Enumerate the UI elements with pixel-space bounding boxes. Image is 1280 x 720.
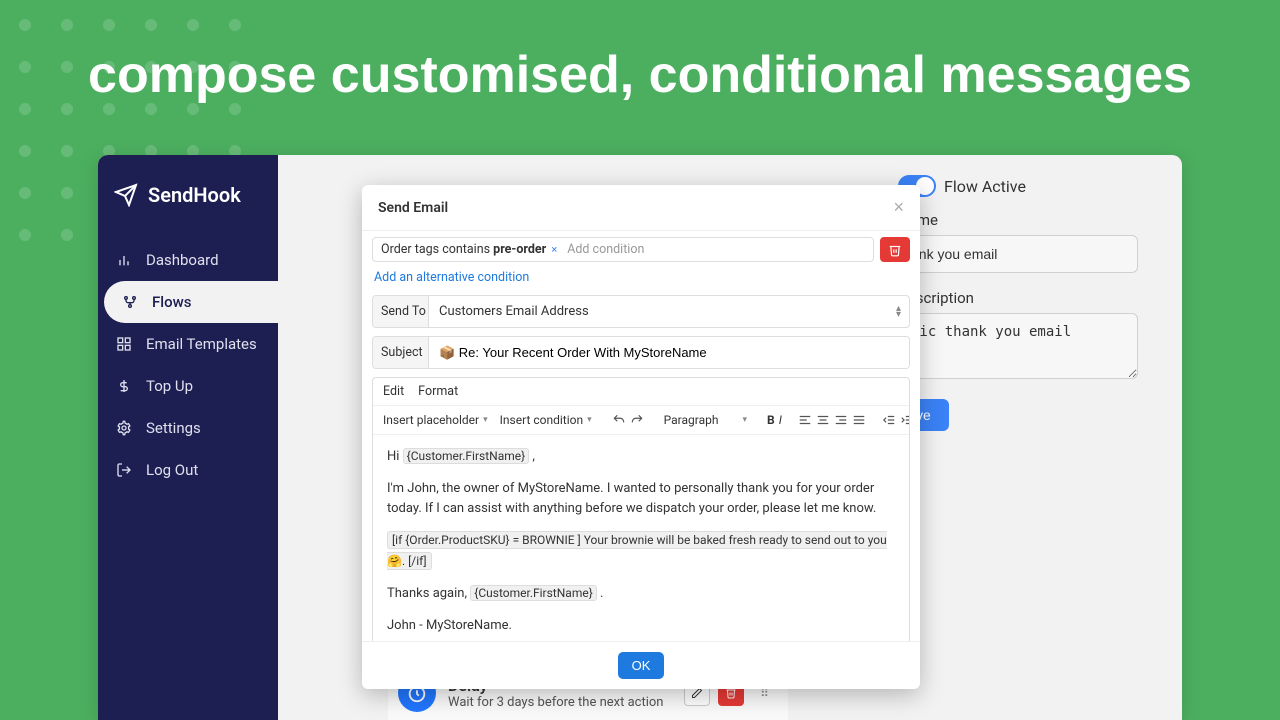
editor-toolbar: Insert placeholder▾ Insert condition▾ Pa… <box>373 406 909 435</box>
gear-icon <box>116 420 132 436</box>
flow-active-row: Flow Active <box>898 175 1158 197</box>
modal-close-button[interactable]: × <box>893 197 904 218</box>
insert-placeholder-dropdown[interactable]: Insert placeholder▾ <box>379 411 492 429</box>
placeholder-token: {Customer.FirstName} <box>470 585 597 601</box>
flow-description-input[interactable] <box>898 313 1138 379</box>
align-right-button[interactable] <box>834 410 848 430</box>
sidebar-item-settings[interactable]: Settings <box>98 407 278 449</box>
send-to-select[interactable]: Customers Email Address ▴▾ <box>429 296 909 327</box>
sidebar-item-label: Log Out <box>146 461 198 479</box>
flow-name-input[interactable] <box>898 235 1138 273</box>
bar-chart-icon <box>116 252 132 268</box>
delete-conditions-button[interactable] <box>880 237 910 262</box>
conditional-block: [if {Order.ProductSKU} = BROWNIE ] Your … <box>387 531 887 569</box>
undo-icon <box>612 413 626 427</box>
page-headline: compose customised, conditional messages <box>0 45 1280 105</box>
italic-button[interactable]: I <box>779 410 782 430</box>
templates-icon <box>116 336 132 352</box>
redo-icon <box>630 413 644 427</box>
placeholder-token: {Customer.FirstName} <box>403 448 530 464</box>
indent-icon <box>900 413 910 427</box>
sidebar-item-label: Settings <box>146 419 201 437</box>
insert-condition-dropdown[interactable]: Insert condition▾ <box>496 411 596 429</box>
chevron-down-icon: ▾ <box>587 415 592 425</box>
ok-button[interactable]: OK <box>618 652 665 679</box>
outdent-icon <box>882 413 896 427</box>
condition-chip[interactable]: Order tags contains pre-order × <box>381 242 557 257</box>
send-to-label: Send To <box>373 296 429 327</box>
editor-menubar: Edit Format <box>373 378 909 406</box>
flow-description-label: Description <box>898 289 1158 307</box>
bold-button[interactable]: B <box>767 410 775 430</box>
subject-row: Subject <box>372 336 910 369</box>
redo-button[interactable] <box>630 410 644 430</box>
chevron-down-icon: ▾ <box>483 415 488 425</box>
bold-icon: B <box>767 413 775 427</box>
menu-edit[interactable]: Edit <box>383 384 404 399</box>
remove-chip-icon[interactable]: × <box>551 243 557 256</box>
send-to-row: Send To Customers Email Address ▴▾ <box>372 295 910 328</box>
subject-input[interactable] <box>429 337 909 368</box>
undo-button[interactable] <box>612 410 626 430</box>
subject-label: Subject <box>373 337 429 368</box>
modal-body: Order tags contains pre-order × Add cond… <box>362 231 920 641</box>
delay-subtitle: Wait for 3 days before the next action <box>448 695 663 710</box>
align-left-button[interactable] <box>798 410 812 430</box>
align-justify-icon <box>852 413 866 427</box>
chevron-updown-icon: ▴▾ <box>896 306 901 318</box>
editor-content[interactable]: Hi {Customer.FirstName} , I'm John, the … <box>373 435 909 641</box>
sidebar-item-log-out[interactable]: Log Out <box>98 449 278 491</box>
sidebar-item-top-up[interactable]: Top Up <box>98 365 278 407</box>
sidebar-item-label: Email Templates <box>146 335 257 353</box>
sidebar-item-label: Top Up <box>146 377 193 395</box>
modal-header: Send Email × <box>362 185 920 231</box>
italic-icon: I <box>779 413 782 427</box>
sidebar-item-flows[interactable]: Flows <box>104 281 278 323</box>
modal-footer: OK <box>362 641 920 689</box>
sidebar: SendHook Dashboard Flows Email Templates… <box>98 155 278 720</box>
sidebar-item-label: Flows <box>152 293 191 311</box>
modal-title: Send Email <box>378 200 448 216</box>
conditions-input[interactable]: Order tags contains pre-order × Add cond… <box>372 237 874 262</box>
rich-text-editor: Edit Format Insert placeholder▾ Insert c… <box>372 377 910 641</box>
sidebar-item-email-templates[interactable]: Email Templates <box>98 323 278 365</box>
indent-button[interactable] <box>900 410 910 430</box>
sidebar-item-dashboard[interactable]: Dashboard <box>98 239 278 281</box>
dollar-icon <box>116 378 132 394</box>
sidebar-item-label: Dashboard <box>146 251 219 269</box>
send-email-modal: Send Email × Order tags contains pre-ord… <box>362 185 920 689</box>
flow-name-label: Name <box>898 211 1158 229</box>
nav: Dashboard Flows Email Templates Top Up S… <box>98 239 278 491</box>
add-condition-placeholder: Add condition <box>567 242 644 257</box>
brand-name: SendHook <box>148 183 241 207</box>
flow-settings-panel: Flow Active Name Description ve <box>898 175 1158 431</box>
align-justify-button[interactable] <box>852 410 866 430</box>
outdent-button[interactable] <box>882 410 896 430</box>
flow-icon <box>122 294 138 310</box>
menu-format[interactable]: Format <box>418 384 458 399</box>
brand: SendHook <box>98 155 278 231</box>
align-center-icon <box>816 413 830 427</box>
align-center-button[interactable] <box>816 410 830 430</box>
flow-active-label: Flow Active <box>944 177 1026 196</box>
logout-icon <box>116 462 132 478</box>
add-alternative-condition-link[interactable]: Add an alternative condition <box>372 266 531 295</box>
chevron-down-icon: ▾ <box>742 415 747 425</box>
align-right-icon <box>834 413 848 427</box>
trash-icon <box>888 243 902 257</box>
paragraph-dropdown[interactable]: Paragraph▾ <box>660 411 751 429</box>
align-left-icon <box>798 413 812 427</box>
paper-plane-icon <box>114 183 138 207</box>
